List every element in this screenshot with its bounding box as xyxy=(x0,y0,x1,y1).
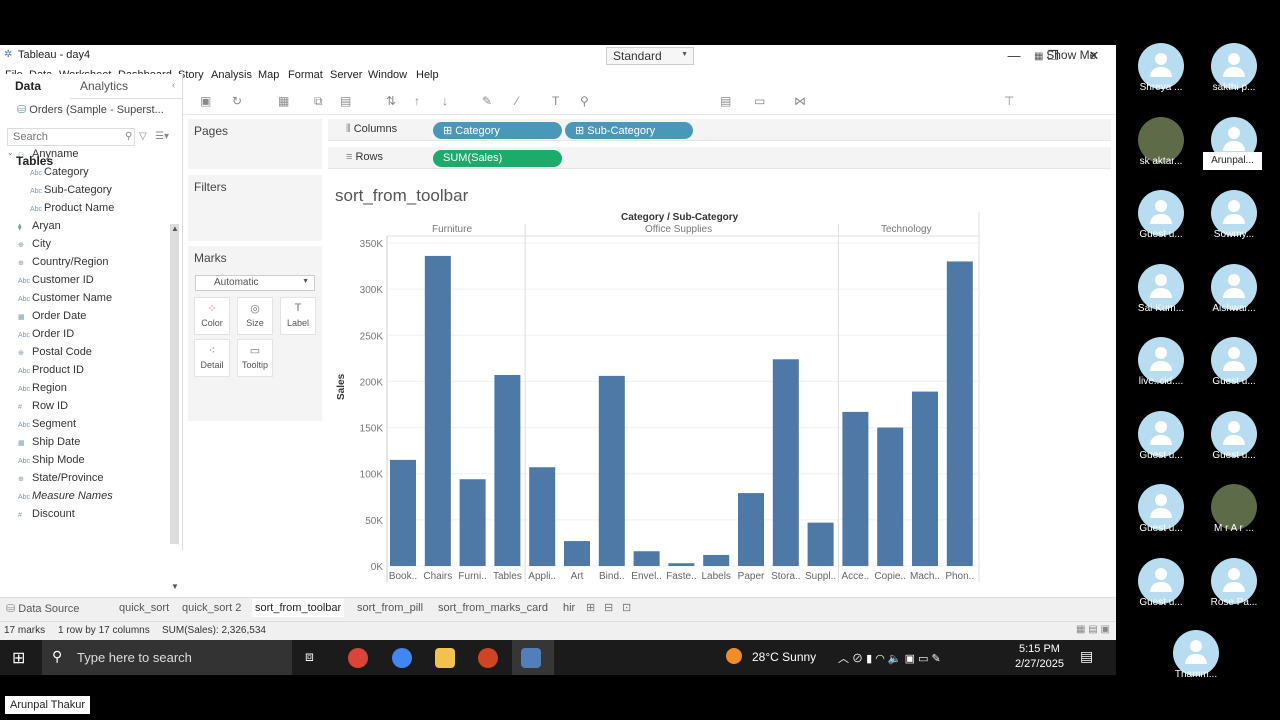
participant-name: Guest u... xyxy=(1212,376,1256,387)
bar-mach[interactable] xyxy=(912,391,938,566)
x-tick-label[interactable]: Tables xyxy=(493,571,522,582)
view-toggle-icons[interactable]: ▦ ▤ ▣ xyxy=(1076,624,1110,635)
tab-data-source-label: Data Source xyxy=(18,603,80,615)
tab-data-source[interactable]: ⛁ Data Source xyxy=(6,602,79,615)
bar-labels[interactable] xyxy=(703,554,730,566)
participant-name: Shreya ... xyxy=(1139,82,1183,93)
new-story-icon[interactable]: ⊡ xyxy=(622,601,631,614)
x-tick-label[interactable]: Chairs xyxy=(423,571,452,582)
bar-bind[interactable] xyxy=(598,375,625,566)
taskbar-time[interactable]: 5:15 PM xyxy=(1019,643,1060,655)
participant-name: Guest u... xyxy=(1139,449,1183,461)
participant-name: Aishwar... xyxy=(1212,302,1256,314)
y-tick-label: 350K xyxy=(360,239,384,250)
participant-name: sk aktar... xyxy=(1139,155,1183,167)
weather-icon xyxy=(726,648,742,664)
bar-acce[interactable] xyxy=(842,411,869,566)
x-tick-label[interactable]: Stora.. xyxy=(771,571,800,582)
bar-art[interactable] xyxy=(564,541,590,566)
y-tick-label: 100K xyxy=(360,470,384,481)
participant-name: Guest u... xyxy=(1139,596,1183,608)
bar-copie[interactable] xyxy=(877,427,904,566)
chrome-icon[interactable] xyxy=(348,648,368,668)
x-tick-label[interactable]: Art xyxy=(571,571,584,582)
participant-name: live..cid.... xyxy=(1138,376,1184,387)
taskbar-search-placeholder: Type here to search xyxy=(77,650,192,665)
current-user-label: Arunpal Thakur xyxy=(5,696,91,714)
tray-icons[interactable]: ︿ ⊘ ▮ ◠ 🔈 ▣ ▭ ✎ xyxy=(838,650,941,666)
bar-furni[interactable] xyxy=(459,479,486,566)
x-tick-label[interactable]: Book.. xyxy=(389,571,417,582)
x-tick-label[interactable]: Mach.. xyxy=(910,571,940,582)
y-tick-label: 200K xyxy=(360,377,384,388)
x-tick-label[interactable]: Labels xyxy=(701,571,730,582)
new-dashboard-icon[interactable]: ⊟ xyxy=(604,601,613,614)
x-tick-label[interactable]: Appli.. xyxy=(528,571,556,582)
active-app-highlight xyxy=(512,640,554,675)
bar-paper[interactable] xyxy=(738,493,764,566)
tab-quick-sort-2[interactable]: quick_sort 2 xyxy=(182,602,241,614)
tab-sort-from-pill[interactable]: sort_from_pill xyxy=(357,602,423,614)
participant-name: Guest u... xyxy=(1139,229,1183,240)
participant-name: M r A r ... xyxy=(1213,523,1254,534)
y-axis: 0K 50K 100K 150K 200K 250K 300K 350K xyxy=(360,239,384,573)
taskbar-search[interactable]: Type here to search xyxy=(42,640,292,675)
y-tick-label: 50K xyxy=(365,516,383,527)
x-axis: Book.. Chairs Furni.. Tables Appli.. Art Bind.… xyxy=(389,571,974,582)
y-tick-label: 300K xyxy=(360,285,384,296)
participant-name: Thamm... xyxy=(1174,669,1218,680)
search-icon: ⚲ xyxy=(52,648,63,664)
status-marks: 17 marks xyxy=(4,625,46,636)
x-tick-label[interactable]: Acce.. xyxy=(842,571,870,582)
bar-tables[interactable] xyxy=(494,374,521,566)
bar-envel[interactable] xyxy=(633,551,660,566)
tab-sort-from-toolbar[interactable]: sort_from_toolbar xyxy=(252,599,345,617)
participant-name: sakthi p... xyxy=(1212,82,1256,93)
participant-name: Guest u... xyxy=(1139,523,1183,534)
tab-sort-from-marks-card[interactable]: sort_from_marks_card xyxy=(438,602,548,614)
x-tick-label[interactable]: Paper xyxy=(738,571,765,582)
taskbar-date[interactable]: 2/27/2025 xyxy=(1015,658,1064,670)
status-dimensions: 1 row by 17 columns xyxy=(58,625,150,636)
x-tick-label[interactable]: Phon.. xyxy=(945,571,974,582)
tab-quick-sort[interactable]: quick_sort xyxy=(119,602,169,614)
notification-icon[interactable]: ▤ xyxy=(1080,648,1093,665)
x-tick-label[interactable]: Suppl.. xyxy=(805,571,836,582)
y-tick-label: 250K xyxy=(360,331,384,342)
powerpoint-icon[interactable] xyxy=(478,648,498,668)
chrome-profile-icon[interactable] xyxy=(392,648,412,668)
bar-phon[interactable] xyxy=(946,261,973,566)
participant-name: Guest u... xyxy=(1212,449,1256,461)
participant-name: Sowmy... xyxy=(1213,229,1255,240)
y-tick-label: 150K xyxy=(360,424,384,435)
x-tick-label[interactable]: Copie.. xyxy=(874,571,906,582)
participant-name: Rose Pa... xyxy=(1210,596,1258,608)
y-tick-label: 0K xyxy=(371,562,384,573)
task-view-icon[interactable]: ⧈ xyxy=(305,648,314,665)
status-sum: SUM(Sales): 2,326,534 xyxy=(162,625,266,636)
tab-hir[interactable]: hir xyxy=(563,602,575,614)
bar-appli[interactable] xyxy=(529,467,556,566)
weather-text[interactable]: 28°C Sunny xyxy=(752,650,816,664)
status-bar: 17 marks 1 row by 17 columns SUM(Sales):… xyxy=(0,621,1116,640)
bar-suppl[interactable] xyxy=(807,522,834,566)
file-explorer-icon[interactable] xyxy=(435,648,455,668)
participant-name: Sai Kum... xyxy=(1137,302,1185,314)
x-tick-label[interactable]: Faste.. xyxy=(666,571,697,582)
bar-book[interactable] xyxy=(390,459,416,566)
bar-chart: 0K 50K 100K 150K 200K 250K 300K 350K Book.. Chai… xyxy=(360,212,980,582)
x-tick-label[interactable]: Furni.. xyxy=(458,571,486,582)
x-tick-label[interactable]: Envel.. xyxy=(631,571,662,582)
windows-start-icon[interactable]: ⊞ xyxy=(12,648,25,668)
x-tick-label[interactable]: Bind.. xyxy=(599,571,625,582)
new-worksheet-icon[interactable]: ⊞ xyxy=(586,601,595,614)
bar-faste[interactable] xyxy=(668,563,695,566)
bar-chairs[interactable] xyxy=(424,255,451,567)
datasource-tab-icon: ⛁ xyxy=(6,603,19,615)
participant-hover-label: Arunpal... xyxy=(1203,152,1262,170)
bar-stora[interactable] xyxy=(772,359,799,566)
